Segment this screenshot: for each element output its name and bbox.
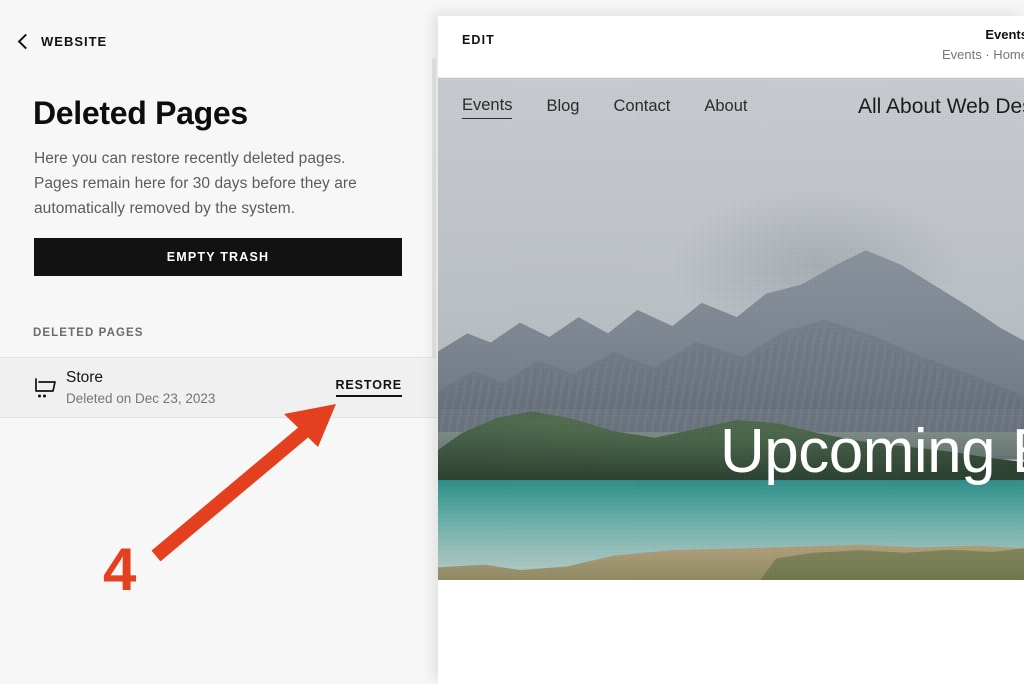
left-panel-scrollbar[interactable] (432, 58, 436, 358)
preview-toolbar: EDIT Events Events · Home (438, 16, 1024, 78)
chevron-left-icon (17, 33, 34, 50)
back-button-label: WEBSITE (41, 34, 108, 49)
shopping-cart-icon (28, 377, 62, 399)
empty-trash-button[interactable]: EMPTY TRASH (34, 238, 402, 276)
site-brand-title: All About Web Design (858, 95, 1024, 118)
site-nav-item-blog[interactable]: Blog (546, 96, 579, 119)
site-preview-panel: EDIT Events Events · Home Events Blog Co… (438, 16, 1024, 684)
preview-page-title: Events (985, 27, 1024, 42)
deleted-pages-panel: WEBSITE Deleted Pages Here you can resto… (0, 0, 437, 684)
site-content-below-hero (438, 580, 1024, 684)
page-title: Deleted Pages (33, 95, 248, 131)
hero-section: Events Blog Contact About All About Web … (438, 78, 1024, 580)
site-nav-item-events[interactable]: Events (462, 95, 513, 119)
hero-heading: Upcoming Events (720, 417, 1024, 486)
app-root: WEBSITE Deleted Pages Here you can resto… (0, 0, 1024, 684)
site-nav-items: Events Blog Contact About (462, 95, 747, 119)
deleted-pages-list: Store Deleted on Dec 23, 2023 RESTORE (0, 357, 437, 418)
site-navigation: Events Blog Contact About All About Web … (438, 78, 1024, 136)
preview-page-meta: Events Events · Home (942, 26, 1024, 64)
restore-link[interactable]: RESTORE (335, 378, 402, 397)
list-item-subtitle: Deleted on Dec 23, 2023 (66, 390, 216, 406)
deleted-pages-section-label: DELETED PAGES (33, 327, 144, 339)
list-item-text: Store Deleted on Dec 23, 2023 (66, 368, 336, 408)
edit-button[interactable]: EDIT (462, 33, 495, 47)
site-preview-viewport: Events Blog Contact About All About Web … (438, 78, 1024, 684)
site-nav-item-about[interactable]: About (704, 96, 747, 119)
page-description: Here you can restore recently deleted pa… (34, 150, 357, 217)
list-item[interactable]: Store Deleted on Dec 23, 2023 RESTORE (0, 357, 437, 418)
back-to-website-button[interactable]: WEBSITE (17, 33, 108, 50)
site-nav-item-contact[interactable]: Contact (613, 96, 670, 119)
list-item-title: Store (66, 368, 104, 386)
preview-page-breadcrumb: Events · Home (942, 47, 1024, 62)
